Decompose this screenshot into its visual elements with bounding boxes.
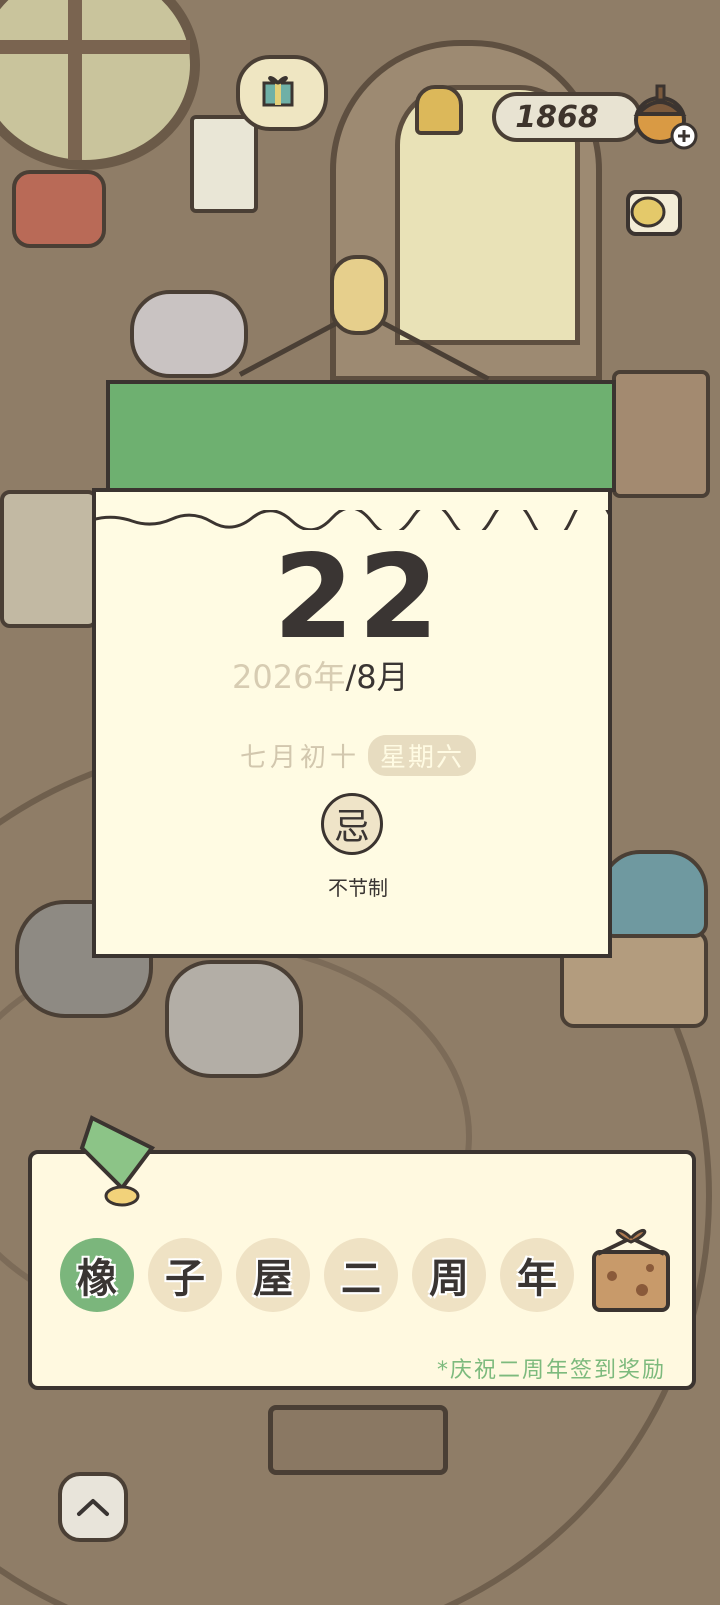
sewing-machine <box>0 490 98 628</box>
checkin-char-5[interactable]: 周 <box>412 1238 486 1312</box>
avoid-badge: 忌 <box>321 793 383 855</box>
checkin-char-2[interactable]: 子 <box>148 1238 222 1312</box>
checkin-char-6[interactable]: 年 <box>500 1238 574 1312</box>
anniversary-banner: 橡 子 屋 二 周 年 *庆祝二周年签到奖励 <box>28 1115 696 1390</box>
calendar-month: /8月 <box>345 658 409 696</box>
torn-edge <box>92 510 612 530</box>
checkin-char-4[interactable]: 二 <box>324 1238 398 1312</box>
checkin-char-1[interactable]: 橡 <box>60 1238 134 1312</box>
reward-caption: *庆祝二周年签到奖励 <box>436 1358 666 1383</box>
small-gift-icon <box>262 76 294 107</box>
door-bell[interactable] <box>415 85 463 135</box>
calendar-year: 2026年 <box>232 658 346 696</box>
calendar-note: 不节制 <box>328 876 388 900</box>
goat-character[interactable] <box>130 290 248 378</box>
calendar-year-month: 2026年/8月 <box>232 652 409 698</box>
chevron-up-icon <box>77 1499 109 1516</box>
expand-button[interactable] <box>58 1472 128 1542</box>
leaf-icon <box>79 1115 156 1207</box>
cat-character[interactable] <box>165 960 303 1078</box>
calendar-day: 22 <box>273 530 443 665</box>
daily-calendar[interactable]: 22 2026年/8月 七月初十 星期六 忌 不节制 <box>92 380 624 968</box>
calendar-lunar-row: 七月初十 星期六 <box>92 735 624 776</box>
weekday-badge: 星期六 <box>368 735 477 776</box>
notebook[interactable] <box>190 115 258 213</box>
acorn-counter: 1868 <box>492 92 642 142</box>
lunar-date: 七月初十 <box>239 743 360 773</box>
acorn-amount: 1868 <box>515 99 599 135</box>
crate <box>612 370 710 498</box>
calendar-header <box>106 380 616 492</box>
checkin-char-3[interactable]: 屋 <box>236 1238 310 1312</box>
stool-bottom <box>268 1405 448 1475</box>
bag-icon[interactable] <box>620 178 690 248</box>
gift-bubble[interactable] <box>236 55 328 131</box>
acorn-icon[interactable] <box>628 80 698 150</box>
telephone[interactable] <box>12 170 106 248</box>
round-window <box>0 0 200 170</box>
checkin-chars: 橡 子 屋 二 周 年 <box>60 1238 574 1312</box>
gift-icon[interactable] <box>588 1224 674 1316</box>
hanging-peg <box>330 255 388 335</box>
